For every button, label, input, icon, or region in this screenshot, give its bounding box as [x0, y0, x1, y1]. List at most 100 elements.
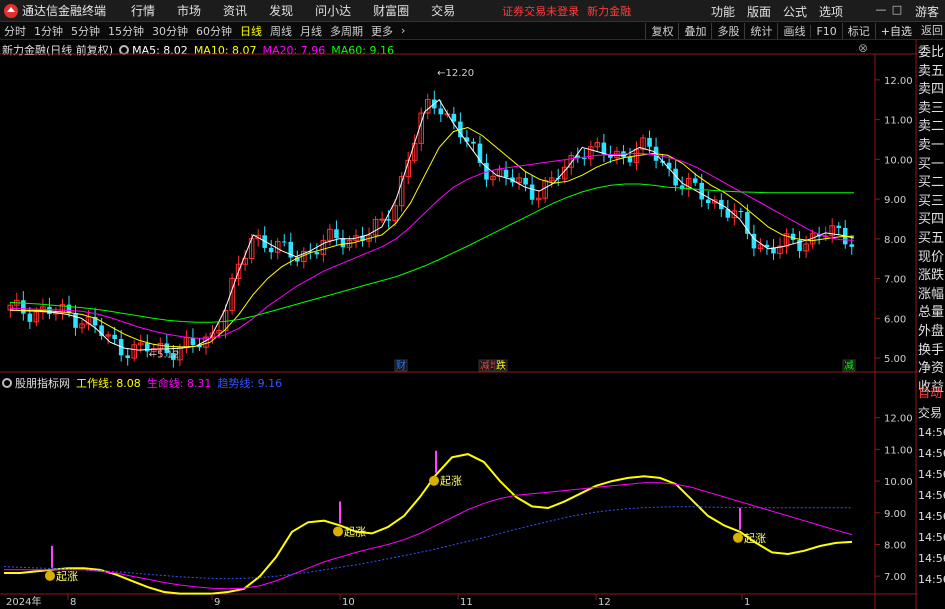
y-tick-label: 10.00 — [884, 155, 913, 166]
trade-time: 14:56 — [918, 531, 945, 544]
trade-time: 14:56 — [918, 573, 945, 586]
candle-body — [627, 157, 633, 163]
trade-time: 14:56 — [918, 447, 945, 460]
signal-label: 起涨 — [744, 532, 766, 545]
candle-body — [849, 244, 855, 247]
quote-label: 买五 — [918, 230, 945, 246]
y-tick-label: 5.00 — [884, 354, 906, 365]
quote-label: 卖二 — [918, 119, 945, 135]
candle-body — [438, 108, 444, 115]
candle-body — [190, 337, 196, 346]
quote-panel: 委比 卖五 卖四 卖三 卖二 卖一 买一 买二 买三 买四 买五 现价 涨跌 涨… — [918, 44, 945, 397]
indicator-line-1 — [4, 482, 853, 590]
y-tick-label: 9.00 — [884, 509, 906, 520]
event-marker-label: 减 — [844, 360, 854, 372]
quote-label: 净资 — [918, 361, 945, 377]
candle-body — [268, 247, 274, 253]
candle-body — [21, 300, 26, 314]
y-tick-label: 8.00 — [884, 235, 906, 246]
y-tick-label: 11.00 — [884, 116, 913, 127]
y-tick-label: 7.00 — [884, 572, 906, 583]
guest-user[interactable]: 游客 — [915, 3, 939, 20]
y-tick-label: 11.00 — [884, 445, 913, 456]
quote-label: 委比 — [918, 45, 945, 60]
candle-body — [334, 229, 339, 239]
quote-label: 换手 — [918, 342, 945, 358]
y-tick-label: 10.00 — [884, 477, 913, 488]
quote-label: 卖五 — [918, 63, 945, 79]
candle-body — [314, 252, 320, 255]
candle-body — [451, 113, 457, 122]
quote-label: 涨跌 — [918, 268, 945, 284]
signal-label: 起涨 — [344, 525, 366, 538]
quote-label: 买三 — [918, 193, 945, 209]
trade-time: 14:56 — [918, 510, 945, 523]
trade-time: 14:56 — [918, 468, 945, 481]
candle-body — [73, 313, 78, 328]
candle-body — [705, 199, 711, 204]
candle-body — [340, 238, 346, 248]
quote-tabs: 自动 交易 — [918, 383, 945, 423]
indicator-line-0 — [4, 453, 853, 595]
x-tick-label: 12 — [598, 597, 611, 608]
candle-body — [125, 355, 130, 359]
x-tick-label: 11 — [460, 597, 473, 608]
trade-times: 14:56 14:56 14:56 14:56 14:56 14:56 14:5… — [918, 422, 945, 590]
x-tick-label: 1 — [744, 597, 750, 608]
event-marker-label: 跌 — [496, 359, 506, 372]
signal-label: 起涨 — [440, 475, 462, 488]
quote-label: 外盘 — [918, 323, 945, 339]
candle-body — [523, 178, 528, 185]
y-tick-label: 12.00 — [884, 76, 913, 87]
quote-label: 卖四 — [918, 82, 945, 98]
y-tick-label: 8.00 — [884, 540, 906, 551]
money-bag-icon — [429, 475, 439, 486]
x-tick-label: 9 — [214, 597, 220, 608]
candle-body — [679, 185, 685, 190]
chart-canvas[interactable]: ←12.20←5.12财减增跌减 起涨起涨起涨起涨 12.0011.0010.0… — [0, 0, 918, 609]
y-tick-label: 12.00 — [884, 414, 913, 425]
back-button[interactable]: 返回 — [921, 22, 943, 40]
x-tick-label: 2024年 — [6, 595, 41, 608]
candle-body — [647, 137, 652, 147]
indicator-line-2 — [3, 506, 852, 580]
quote-label: 涨幅 — [918, 286, 945, 302]
candle-body — [66, 304, 72, 314]
candle-body — [582, 157, 587, 159]
y-tick-label: 9.00 — [884, 195, 906, 206]
trade-time: 14:56 — [918, 489, 945, 502]
tab-trade[interactable]: 交易 — [918, 403, 945, 423]
candle-body — [738, 210, 744, 213]
candle-body — [601, 142, 607, 155]
candle-body — [529, 184, 535, 200]
trade-time: 14:56 — [918, 552, 945, 565]
high-price-label: ←12.20 — [437, 68, 474, 79]
candle-body — [836, 225, 841, 228]
x-tick-label: 8 — [70, 597, 76, 608]
candle-body — [112, 334, 117, 340]
ma-line-ma5 — [9, 98, 855, 351]
money-bag-icon — [333, 526, 343, 537]
tab-auto[interactable]: 自动 — [918, 383, 945, 403]
candle-body — [699, 182, 705, 200]
quote-label: 现价 — [918, 249, 945, 265]
candle-body — [471, 141, 476, 144]
candle-body — [379, 218, 385, 221]
quote-label: 买一 — [918, 156, 945, 172]
quote-label: 卖三 — [918, 100, 945, 116]
candle-body — [692, 178, 698, 183]
ma-line-ma10 — [10, 126, 855, 348]
y-tick-label: 6.00 — [884, 314, 906, 325]
ma-line-ma20 — [9, 152, 855, 339]
candle-body — [503, 169, 509, 178]
money-bag-icon — [733, 532, 743, 543]
x-tick-label: 10 — [342, 597, 355, 608]
event-marker-label: 财 — [396, 359, 406, 372]
quote-label: 买四 — [918, 212, 945, 228]
candle-body — [27, 313, 33, 322]
quote-label: 买二 — [918, 175, 945, 191]
trade-time: 14:56 — [918, 426, 945, 439]
low-price-label: ←5.12 — [149, 349, 180, 360]
candle-body — [386, 219, 391, 221]
y-tick-label: 7.00 — [884, 275, 906, 286]
